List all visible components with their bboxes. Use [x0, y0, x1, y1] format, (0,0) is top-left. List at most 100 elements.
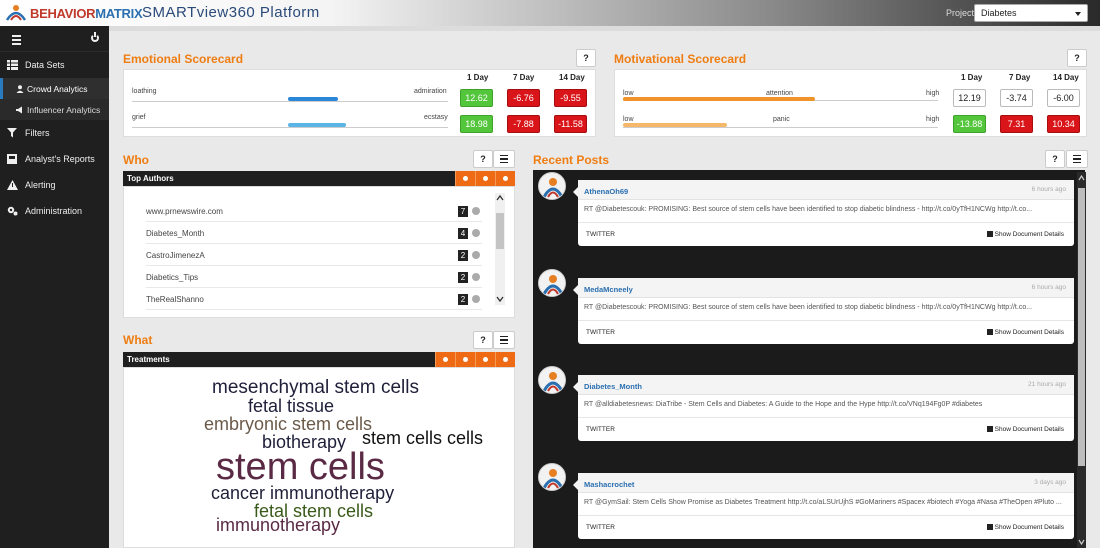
what-help-button[interactable]: ?: [473, 331, 493, 349]
logo-text-matrix: MATRIX: [95, 5, 143, 21]
motivational-row2-14day-value: 10.34: [1047, 115, 1080, 133]
avatar[interactable]: [538, 366, 566, 394]
remove-icon[interactable]: [472, 251, 480, 259]
share-button[interactable]: [475, 171, 495, 186]
who-menu-button[interactable]: [493, 150, 515, 168]
author-row[interactable]: Diabetes_Month 4: [146, 223, 482, 244]
cloud-word[interactable]: embryonic stem cells: [204, 415, 372, 433]
what-menu-button[interactable]: [493, 331, 515, 349]
remove-icon[interactable]: [472, 273, 480, 281]
post-author-link[interactable]: Mashacrochet: [584, 480, 634, 489]
emotional-row2-track: [132, 127, 448, 128]
who-help-button[interactable]: ?: [473, 150, 493, 168]
top-authors-label: Top Authors: [127, 174, 174, 183]
cloud-word[interactable]: cancer immunotherapy: [211, 484, 394, 502]
author-row[interactable]: TheRealShanno 2: [146, 289, 482, 310]
motivational-row1-left-label: low: [623, 90, 634, 97]
motivational-row2-7day-value: 7.31: [1000, 115, 1033, 133]
treatments-label: Treatments: [127, 355, 170, 364]
sidebar-item-crowd-analytics[interactable]: Crowd Analytics: [0, 78, 109, 99]
show-details-button[interactable]: Show Document Details: [986, 329, 1064, 336]
motivational-row1-7day-value: -3.74: [1000, 89, 1033, 107]
show-details-button[interactable]: Show Document Details: [986, 524, 1064, 531]
top-bar: BEHAVIORMATRIX SMARTview360 Platform Pro…: [0, 0, 1100, 26]
post-author-link[interactable]: Diabetes_Month: [584, 382, 642, 391]
emotional-row1-right-label: admiration: [414, 88, 447, 95]
post-card: Mashacrochet 3 days ago RT @GymSail: Ste…: [573, 473, 1074, 539]
top-authors-header: Top Authors: [123, 171, 515, 186]
cloud-word[interactable]: mesenchymal stem cells: [212, 378, 419, 397]
cloud-word[interactable]: stem cells: [216, 448, 385, 486]
post-author-link[interactable]: MedaMcneely: [584, 285, 633, 294]
remove-icon[interactable]: [472, 207, 480, 215]
emotional-row2-bar: [288, 123, 346, 127]
remove-icon[interactable]: [472, 229, 480, 237]
post-text: RT @Diabetescouk: PROMISING: Best source…: [584, 206, 1033, 213]
remove-icon[interactable]: [472, 295, 480, 303]
cloud-word[interactable]: immunotherapy: [216, 516, 340, 534]
sidebar-item-administration[interactable]: Administration: [0, 198, 109, 224]
post-author-link[interactable]: AthenaOh69: [584, 187, 628, 196]
emotional-row2-right-label: ecstasy: [424, 114, 448, 121]
question-icon: ?: [583, 53, 589, 63]
power-icon[interactable]: [91, 32, 99, 42]
post-text: RT @GymSail: Stem Cells Show Promise as …: [584, 499, 1062, 506]
link-icon: [503, 176, 508, 181]
treatments-header: Treatments: [123, 352, 515, 367]
camera-button[interactable]: [495, 352, 515, 367]
sidebar-item-label: Alerting: [25, 180, 56, 190]
motivational-row2-mid-label: panic: [773, 116, 790, 123]
brand-logo[interactable]: BEHAVIORMATRIX: [4, 4, 143, 22]
warning-icon: [7, 180, 18, 190]
post-source: TWITTER: [586, 426, 615, 433]
post-card: Diabetes_Month 21 hours ago RT @alldiabe…: [573, 375, 1074, 441]
emotional-header-14day: 14 Day: [559, 73, 585, 82]
app-title: SMARTview360 Platform: [142, 4, 320, 21]
authors-scrollbar[interactable]: [495, 193, 505, 305]
top-authors-actions: [455, 171, 515, 186]
question-icon: ?: [480, 335, 486, 345]
author-row[interactable]: www.prnewswire.com 7: [146, 201, 482, 222]
cloud-word[interactable]: fetal tissue: [248, 397, 334, 415]
avatar[interactable]: [538, 172, 566, 200]
megaphone-icon: [16, 106, 24, 114]
question-icon: ?: [1074, 53, 1080, 63]
posts-scrollbar[interactable]: [1077, 172, 1086, 548]
author-count-badge: 4: [458, 228, 468, 239]
emotional-help-button[interactable]: ?: [576, 49, 596, 67]
camera-icon: [503, 357, 508, 362]
link-button[interactable]: [495, 171, 515, 186]
emotional-row1-track: [132, 101, 448, 102]
hamburger-menu-icon[interactable]: [12, 35, 21, 47]
show-details-button[interactable]: Show Document Details: [986, 231, 1064, 238]
sidebar-item-alerting[interactable]: Alerting: [0, 172, 109, 198]
pen-button[interactable]: [455, 352, 475, 367]
posts-menu-button[interactable]: [1066, 150, 1088, 168]
emotional-row1-14day-value: -9.55: [554, 89, 587, 107]
avatar[interactable]: [538, 463, 566, 491]
filter-icon: [7, 128, 18, 138]
sidebar-top: [0, 26, 109, 52]
author-row[interactable]: Diabetics_Tips 2: [146, 267, 482, 288]
heart-button[interactable]: [435, 352, 455, 367]
motivational-help-button[interactable]: ?: [1067, 49, 1087, 67]
copy-button[interactable]: [475, 352, 495, 367]
bell-button[interactable]: [455, 171, 475, 186]
show-details-label: Show Document Details: [994, 329, 1064, 336]
cloud-word[interactable]: stem cells cells: [362, 429, 483, 447]
sidebar-item-analysts-reports[interactable]: Analyst's Reports: [0, 146, 109, 172]
project-select[interactable]: Diabetes: [974, 4, 1088, 22]
emotional-row1-7day-value: -6.76: [507, 89, 540, 107]
author-row[interactable]: CastroJimenezA 2: [146, 245, 482, 266]
avatar[interactable]: [538, 269, 566, 297]
question-icon: ?: [1052, 154, 1058, 164]
author-count-badge: 2: [458, 272, 468, 283]
sidebar-item-data-sets[interactable]: Data Sets: [0, 52, 109, 78]
motivational-row1-1day-value: 12.19: [953, 89, 986, 107]
sidebar-item-filters[interactable]: Filters: [0, 120, 109, 146]
posts-help-button[interactable]: ?: [1045, 150, 1065, 168]
sidebar-item-influencer-analytics[interactable]: Influencer Analytics: [0, 99, 109, 120]
plus-square-icon: [986, 231, 993, 237]
show-details-button[interactable]: Show Document Details: [986, 426, 1064, 433]
heart-icon: [443, 357, 448, 362]
